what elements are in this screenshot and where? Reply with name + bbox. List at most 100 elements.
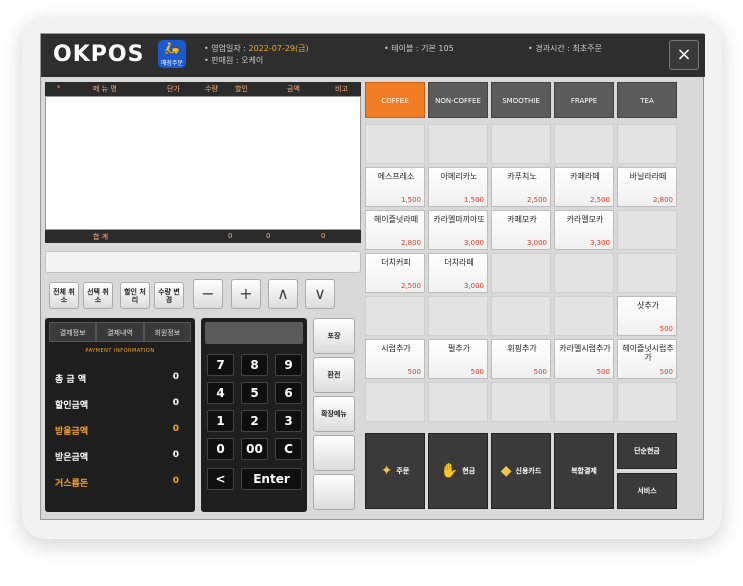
key-5[interactable]: 5 bbox=[241, 382, 268, 404]
empty-cell bbox=[554, 124, 614, 164]
tab-coffee[interactable]: COFFEE bbox=[365, 82, 425, 118]
up-button[interactable]: ∧ bbox=[268, 279, 298, 309]
tab-tea[interactable]: TEA bbox=[617, 82, 677, 118]
simple-cash-button[interactable]: 단순현금 bbox=[617, 433, 677, 469]
item-price: 500 bbox=[533, 368, 547, 376]
menu-item[interactable]: 카라멜모카 3,300 bbox=[554, 210, 614, 250]
numpad: 7 8 9 4 5 6 1 2 3 0 00 C < Enter bbox=[201, 318, 307, 512]
cash-button[interactable]: ✋ 현금 bbox=[428, 433, 488, 509]
option-item[interactable]: 카라멜시럽추가 500 bbox=[554, 339, 614, 379]
empty-cell bbox=[428, 382, 488, 422]
option-item[interactable]: 펄추가 500 bbox=[428, 339, 488, 379]
discount-button[interactable]: 할인 처리 bbox=[120, 282, 150, 309]
simple-cash-label: 단순현금 bbox=[634, 447, 660, 455]
menu-item[interactable]: 더치라떼 3,000 bbox=[428, 253, 488, 293]
total-qty: 0 bbox=[228, 232, 233, 240]
service-button[interactable]: 서비스 bbox=[617, 473, 677, 509]
key-2[interactable]: 2 bbox=[241, 410, 268, 432]
key-4[interactable]: 4 bbox=[207, 382, 234, 404]
key-8[interactable]: 8 bbox=[241, 354, 268, 376]
credit-card-button[interactable]: ◆ 신용카드 bbox=[491, 433, 551, 509]
tab-payment-info[interactable]: 결제정보 bbox=[49, 322, 97, 342]
tab-frappe[interactable]: FRAPPE bbox=[554, 82, 614, 118]
row-label: 할인금액 bbox=[55, 401, 89, 411]
key-1[interactable]: 1 bbox=[207, 410, 234, 432]
item-price: 500 bbox=[407, 368, 421, 376]
business-date-label: 영업일자 : bbox=[211, 44, 246, 53]
item-name: 샷추가 bbox=[636, 301, 660, 310]
row-label: 총 금 액 bbox=[55, 375, 87, 385]
table-value: 기본 105 bbox=[421, 44, 454, 53]
takeout-button[interactable]: 포장 bbox=[313, 318, 355, 354]
col-menu-name: 메 뉴 명 bbox=[93, 85, 117, 93]
tab-smoothie[interactable]: SMOOTHIE bbox=[491, 82, 551, 118]
menu-item[interactable]: 에스프레소 1,500 bbox=[365, 167, 425, 207]
row-label: 받은금액 bbox=[55, 453, 89, 463]
menu-item[interactable]: 카라멜마끼아또 3,000 bbox=[428, 210, 488, 250]
exchange-button[interactable]: 환전 bbox=[313, 357, 355, 393]
key-clear[interactable]: C bbox=[275, 438, 302, 460]
complex-payment-button[interactable]: 복합결제 bbox=[554, 433, 614, 509]
item-price: 3,000 bbox=[463, 239, 484, 247]
empty-cell bbox=[554, 253, 614, 293]
order-list[interactable] bbox=[45, 96, 361, 230]
backspace-key[interactable]: < bbox=[207, 468, 234, 490]
item-price: 500 bbox=[659, 368, 673, 376]
badge-label: 매장주문 bbox=[160, 60, 184, 67]
cancel-all-button[interactable]: 전체 취소 bbox=[49, 282, 79, 309]
order-button[interactable]: ✦ 주문 bbox=[365, 433, 425, 509]
menu-item[interactable]: 더치커피 2,500 bbox=[365, 253, 425, 293]
plus-button[interactable]: + bbox=[231, 279, 261, 309]
item-name: 카라멜시럽추가 bbox=[559, 344, 611, 353]
cancel-selected-button[interactable]: 선택 취소 bbox=[83, 282, 113, 309]
close-button[interactable]: × bbox=[669, 40, 699, 70]
key-9[interactable]: 9 bbox=[275, 354, 302, 376]
order-total-row: 합 계 0 0 0 bbox=[45, 230, 361, 243]
elapsed-value: 최초주문 bbox=[572, 44, 602, 53]
menu-item[interactable]: 바닐라라떼 2,800 bbox=[617, 167, 677, 207]
delivery-icon: 🛵 bbox=[163, 41, 181, 56]
extended-menu-button[interactable]: 확장메뉴 bbox=[313, 396, 355, 432]
option-item[interactable]: 시럽추가 500 bbox=[365, 339, 425, 379]
key-0[interactable]: 0 bbox=[207, 438, 234, 460]
tab-member-info[interactable]: 회원정보 bbox=[143, 322, 191, 342]
item-name: 펄추가 bbox=[447, 344, 471, 353]
key-00[interactable]: 00 bbox=[241, 438, 268, 460]
key-3[interactable]: 3 bbox=[275, 410, 302, 432]
menu-item[interactable]: 카페모카 3,000 bbox=[491, 210, 551, 250]
blank-button[interactable] bbox=[313, 474, 355, 510]
cashier-label: 판매원 : bbox=[211, 56, 239, 65]
change-qty-button[interactable]: 수량 변경 bbox=[154, 282, 184, 309]
key-6[interactable]: 6 bbox=[275, 382, 302, 404]
row-value: 0 bbox=[172, 398, 179, 408]
total-label: 합 계 bbox=[93, 233, 109, 241]
col-amount: 금액 bbox=[287, 85, 300, 93]
cashier-name: 오케이 bbox=[241, 56, 264, 65]
empty-cell bbox=[617, 382, 677, 422]
store-order-badge: 🛵 매장주문 bbox=[158, 40, 186, 68]
tab-payment-history[interactable]: 결제내역 bbox=[96, 322, 144, 342]
menu-item[interactable]: 카페라떼 2,500 bbox=[554, 167, 614, 207]
item-name: 카페라떼 bbox=[570, 172, 600, 181]
item-price: 500 bbox=[659, 325, 673, 333]
option-item[interactable]: 샷추가 500 bbox=[617, 296, 677, 336]
total-discount: 0 bbox=[266, 232, 271, 240]
menu-item[interactable]: 헤이즐넛라떼 2,800 bbox=[365, 210, 425, 250]
row-value: 0 bbox=[172, 476, 179, 486]
down-button[interactable]: ∨ bbox=[305, 279, 335, 309]
menu-item[interactable]: 카푸치노 2,500 bbox=[491, 167, 551, 207]
option-item[interactable]: 휘핑추가 500 bbox=[491, 339, 551, 379]
option-item[interactable]: 헤이즐넛시럽추가 500 bbox=[617, 339, 677, 379]
item-name: 바닐라라떼 bbox=[629, 172, 667, 181]
item-price: 1,500 bbox=[400, 196, 421, 204]
item-price: 2,500 bbox=[589, 196, 610, 204]
minus-button[interactable]: − bbox=[193, 279, 223, 309]
key-7[interactable]: 7 bbox=[207, 354, 234, 376]
blank-button[interactable] bbox=[313, 435, 355, 471]
amount-due-row: 받을금액 0 bbox=[55, 424, 183, 438]
menu-item[interactable]: 아메리카노 1,500 bbox=[428, 167, 488, 207]
enter-key[interactable]: Enter bbox=[241, 468, 302, 490]
col-marker: * bbox=[57, 84, 61, 92]
tab-non-coffee[interactable]: NON-COFFEE bbox=[428, 82, 488, 118]
item-name: 헤이즐넛시럽추가 bbox=[622, 344, 674, 362]
